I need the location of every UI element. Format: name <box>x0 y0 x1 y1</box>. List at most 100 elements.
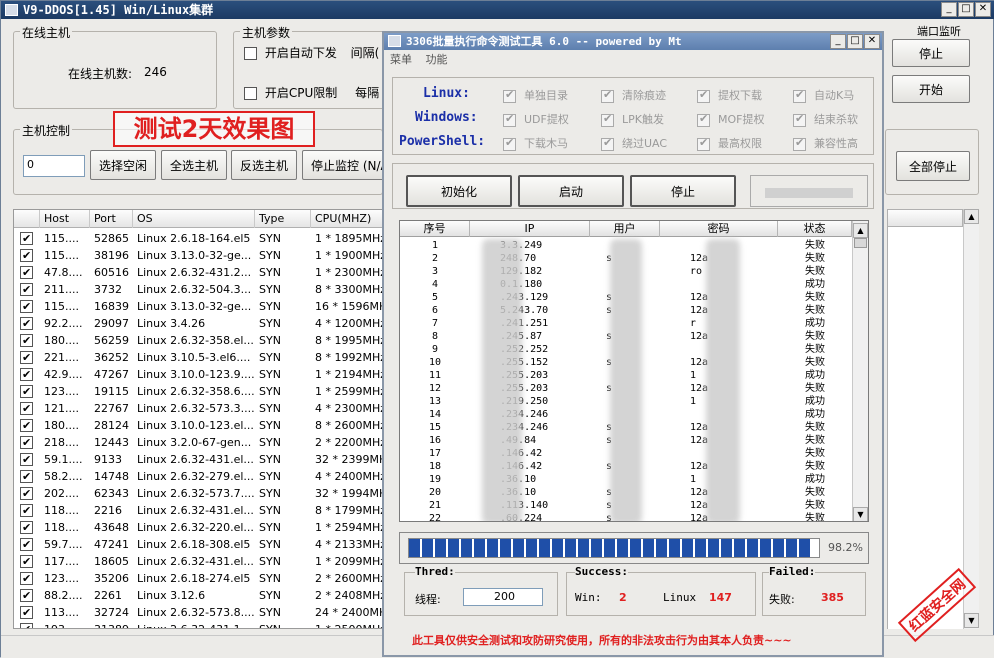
select-idle-button[interactable]: 选择空闲 <box>90 150 156 180</box>
main-stop-button[interactable]: 停止 <box>892 39 970 67</box>
table-row[interactable]: 118.... 43648 Linux 2.6.32-220.el... SYN 1 *… <box>14 519 382 536</box>
option-item[interactable]: UDF提权 <box>503 111 569 127</box>
col-password[interactable]: 密码 <box>660 221 778 237</box>
row-checkbox[interactable] <box>20 368 33 381</box>
col-status[interactable]: 状态 <box>778 221 852 237</box>
menu-item-main[interactable]: 菜单 <box>390 53 412 66</box>
scroll-up-icon[interactable]: ▲ <box>964 209 979 224</box>
tool-close-icon[interactable]: ✕ <box>864 34 880 49</box>
col-index[interactable]: 序号 <box>400 221 470 237</box>
host-count-input[interactable]: 0 <box>23 155 85 177</box>
table-row[interactable]: 113.... 32724 Linux 2.6.32-573.8.... SYN 24 … <box>14 604 382 621</box>
minimize-icon[interactable]: _ <box>941 2 957 17</box>
option-item[interactable]: LPK触发 <box>601 111 664 127</box>
tool-titlebar[interactable]: 3306批量执行命令测试工具 6.0 -- powered by Mt _ □ … <box>384 33 882 50</box>
table-row[interactable]: 221.... 36252 Linux 3.10.5-3.el6.... SYN 8 *… <box>14 349 382 366</box>
cpu-limit-option[interactable]: 开启CPU限制 每隔 <box>244 84 379 101</box>
option-checkbox[interactable] <box>503 136 516 151</box>
table-row[interactable]: 58.2.... 14748 Linux 2.6.32-279.el... SYN 4 … <box>14 468 382 485</box>
option-checkbox[interactable] <box>793 112 806 127</box>
main-start-button[interactable]: 开始 <box>892 75 970 103</box>
row-checkbox[interactable] <box>20 385 33 398</box>
table-row[interactable]: 59.1.... 9133 Linux 2.6.32-431.el... SYN 32 … <box>14 451 382 468</box>
option-item[interactable]: 单独目录 <box>503 87 568 103</box>
cpu-limit-checkbox[interactable] <box>244 87 257 100</box>
row-checkbox[interactable] <box>20 470 33 483</box>
row-checkbox[interactable] <box>20 300 33 313</box>
option-checkbox[interactable] <box>503 88 516 103</box>
option-item[interactable]: 最高权限 <box>697 135 762 151</box>
scroll-down-icon[interactable]: ▼ <box>964 613 979 628</box>
option-checkbox[interactable] <box>503 112 516 127</box>
init-button[interactable]: 初始化 <box>406 175 512 207</box>
option-item[interactable]: 下载木马 <box>503 135 568 151</box>
tool-maximize-icon[interactable]: □ <box>847 34 863 49</box>
results-scroll-up-icon[interactable]: ▲ <box>853 223 868 238</box>
results-scroll-down-icon[interactable]: ▼ <box>853 507 868 521</box>
stop-monitor-button[interactable]: 停止监控 (N/A <box>302 150 386 180</box>
row-checkbox[interactable] <box>20 249 33 262</box>
row-checkbox[interactable] <box>20 521 33 534</box>
maximize-icon[interactable]: □ <box>958 2 974 17</box>
tool-minimize-icon[interactable]: _ <box>830 34 846 49</box>
menu-item-function[interactable]: 功能 <box>426 53 448 66</box>
option-item[interactable]: 绕过UAC <box>601 135 667 151</box>
table-row[interactable]: 115.... 52865 Linux 2.6.18-164.el5 SYN 1 * 1… <box>14 230 382 247</box>
row-checkbox[interactable] <box>20 419 33 432</box>
table-row[interactable]: 47.8.... 60516 Linux 2.6.32-431.2... SYN 1 *… <box>14 264 382 281</box>
table-row[interactable]: 117.... 18605 Linux 2.6.32-431.el... SYN 1 *… <box>14 553 382 570</box>
option-checkbox[interactable] <box>601 88 614 103</box>
option-item[interactable]: 提权下载 <box>697 87 762 103</box>
row-checkbox[interactable] <box>20 436 33 449</box>
main-scrollbar[interactable]: ▲ ▼ <box>963 209 979 629</box>
col-os[interactable]: OS <box>133 210 255 228</box>
row-checkbox[interactable] <box>20 232 33 245</box>
col-type[interactable]: Type <box>255 210 311 228</box>
invert-selection-button[interactable]: 反选主机 <box>231 150 297 180</box>
tool-stop-button[interactable]: 停止 <box>630 175 736 207</box>
table-row[interactable]: 180.... 28124 Linux 3.10.0-123.el... SYN 8 *… <box>14 417 382 434</box>
option-checkbox[interactable] <box>793 136 806 151</box>
row-checkbox[interactable] <box>20 623 33 628</box>
table-row[interactable]: 115.... 38196 Linux 3.13.0-32-ge... SYN 1 * … <box>14 247 382 264</box>
col-cpu[interactable]: CPU(MHZ) <box>311 210 382 228</box>
row-checkbox[interactable] <box>20 589 33 602</box>
results-scroll-thumb[interactable] <box>854 238 867 248</box>
row-checkbox[interactable] <box>20 572 33 585</box>
option-checkbox[interactable] <box>697 88 710 103</box>
table-row[interactable]: 19331389Linux 2.6.32-431.1SYN1 * 2500MHz <box>14 621 382 628</box>
col-host[interactable]: Host <box>40 210 90 228</box>
table-row[interactable]: 59.7.... 47241 Linux 2.6.18-308.el5 SYN 4 * … <box>14 536 382 553</box>
row-checkbox[interactable] <box>20 351 33 364</box>
col-user[interactable]: 用户 <box>590 221 660 237</box>
table-row[interactable]: 218.... 12443 Linux 3.2.0-67-gen... SYN 2 * … <box>14 434 382 451</box>
table-row[interactable]: 88.2.... 2261 Linux 3.12.6 SYN 2 * 2408MHz <box>14 587 382 604</box>
row-checkbox[interactable] <box>20 504 33 517</box>
row-checkbox[interactable] <box>20 402 33 415</box>
option-item[interactable]: 结束杀软 <box>793 111 858 127</box>
option-item[interactable]: MOF提权 <box>697 111 764 127</box>
table-row[interactable]: 123.... 35206 Linux 2.6.18-274.el5 SYN 2 * 2… <box>14 570 382 587</box>
row-checkbox[interactable] <box>20 266 33 279</box>
stop-all-button[interactable]: 全部停止 <box>896 151 970 181</box>
row-checkbox[interactable] <box>20 283 33 296</box>
thread-input[interactable]: 200 <box>463 588 543 606</box>
table-row[interactable]: 123.... 19115 Linux 2.6.32-358.6.... SYN 1 *… <box>14 383 382 400</box>
table-row[interactable]: 180.... 56259 Linux 2.6.32-358.el... SYN 8 *… <box>14 332 382 349</box>
col-port[interactable]: Port <box>90 210 133 228</box>
table-row[interactable]: 118.... 2216 Linux 2.6.32-431.el... SYN 8 * … <box>14 502 382 519</box>
table-row[interactable]: 42.9.... 47267 Linux 3.10.0-123.9.... SYN 1 … <box>14 366 382 383</box>
main-titlebar[interactable]: V9-DDOS[1.45] Win/Linux集群 _ □ ✕ <box>1 1 994 19</box>
table-row[interactable]: 115.... 16839 Linux 3.13.0-32-ge... SYN 16 *… <box>14 298 382 315</box>
option-item[interactable]: 清除痕迹 <box>601 87 666 103</box>
row-checkbox[interactable] <box>20 606 33 619</box>
option-checkbox[interactable] <box>697 112 710 127</box>
option-checkbox[interactable] <box>601 112 614 127</box>
table-row[interactable]: 202.... 62343 Linux 2.6.32-573.7.... SYN 32 … <box>14 485 382 502</box>
row-checkbox[interactable] <box>20 453 33 466</box>
option-checkbox[interactable] <box>697 136 710 151</box>
option-checkbox[interactable] <box>793 88 806 103</box>
row-checkbox[interactable] <box>20 334 33 347</box>
col-ip[interactable]: IP <box>470 221 590 237</box>
table-row[interactable]: 121.... 22767 Linux 2.6.32-573.3.... SYN 4 *… <box>14 400 382 417</box>
